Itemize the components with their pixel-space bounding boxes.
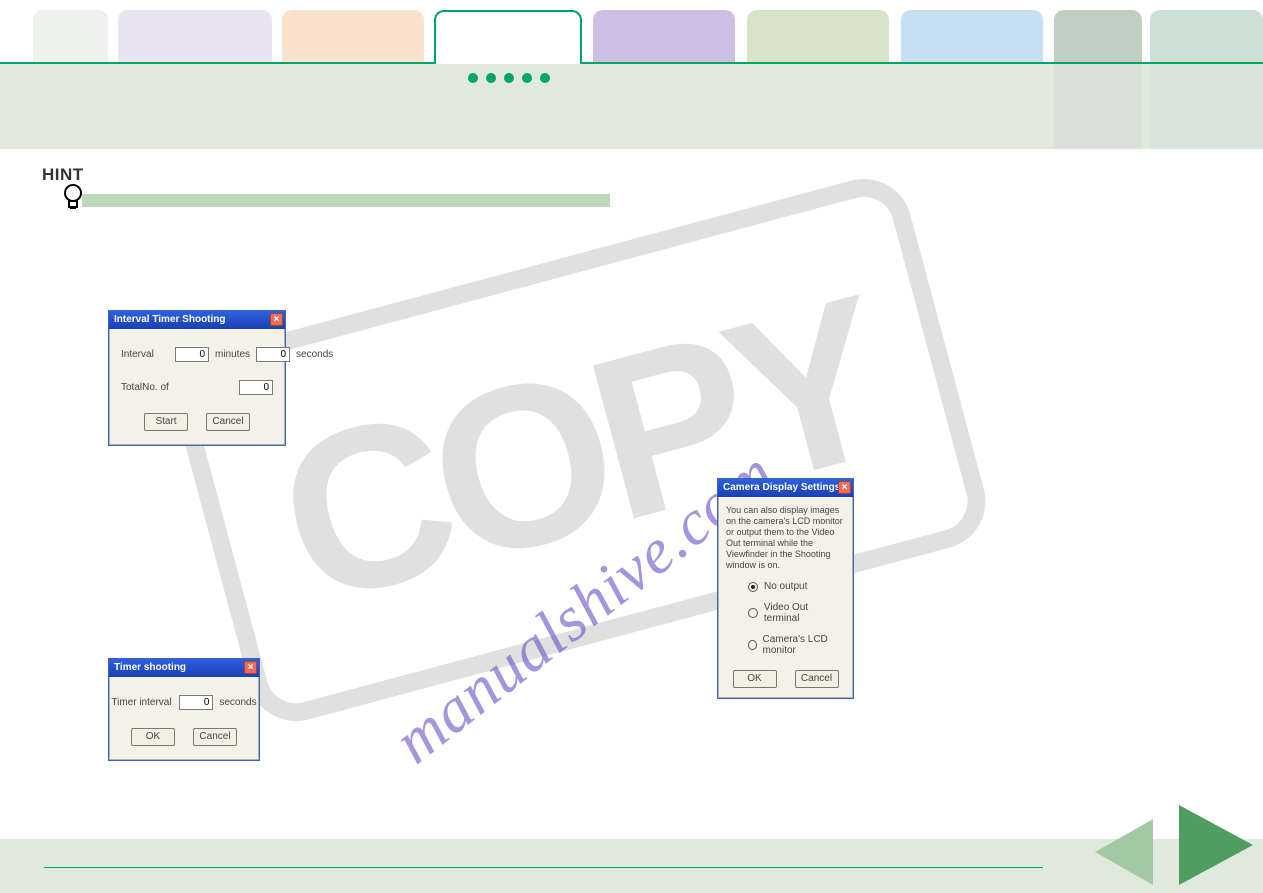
tab-2[interactable] — [118, 10, 272, 63]
minutes-unit: minutes — [215, 349, 250, 360]
radio-lcd-monitor-label: Camera's LCD monitor — [763, 634, 845, 656]
subheader-dots — [468, 73, 550, 83]
interval-minutes-input[interactable] — [175, 347, 209, 362]
ok-button[interactable]: OK — [131, 728, 175, 746]
hint-label: HINT — [42, 165, 610, 185]
tab-strip — [0, 0, 1263, 63]
camera-display-title: Camera Display Settings × — [718, 479, 853, 497]
tab-3[interactable] — [282, 10, 424, 63]
timer-interval-label: Timer interval — [111, 697, 173, 708]
footer-rule — [44, 867, 1043, 868]
lightbulb-icon — [62, 183, 84, 211]
tab-4-active[interactable] — [434, 10, 582, 63]
timer-shooting-dialog: Timer shooting × Timer interval seconds … — [108, 658, 260, 761]
interval-timer-title-text: Interval Timer Shooting — [114, 314, 226, 325]
tab-rule — [0, 62, 1263, 64]
camera-display-dialog: Camera Display Settings × You can also d… — [717, 478, 854, 699]
camera-display-title-text: Camera Display Settings — [723, 482, 840, 493]
interval-seconds-input[interactable] — [256, 347, 290, 362]
close-icon[interactable]: × — [244, 661, 257, 674]
tab-1[interactable] — [33, 10, 108, 63]
radio-no-output-label: No output — [764, 581, 807, 592]
subheader-block-1 — [1054, 63, 1142, 149]
total-input[interactable] — [239, 380, 273, 395]
total-label: TotalNo. of — [121, 382, 201, 393]
footer — [0, 839, 1263, 893]
interval-label: Interval — [121, 349, 169, 360]
close-icon[interactable]: × — [838, 481, 851, 494]
subheader-block-2 — [1150, 63, 1263, 149]
radio-video-out-label: Video Out terminal — [764, 602, 845, 624]
prev-page-arrow-icon[interactable] — [1095, 819, 1153, 885]
ok-button[interactable]: OK — [733, 670, 777, 688]
tab-9[interactable] — [1150, 10, 1263, 63]
nav-arrows — [1068, 813, 1263, 893]
tab-rule-gap — [436, 62, 580, 64]
hint-bar — [82, 194, 610, 207]
tab-7[interactable] — [901, 10, 1043, 63]
cancel-button[interactable]: Cancel — [206, 413, 250, 431]
seconds-unit: seconds — [296, 349, 333, 360]
timer-seconds-input[interactable] — [179, 695, 213, 710]
tab-5[interactable] — [593, 10, 735, 63]
hint-block: HINT — [42, 165, 610, 207]
subheader — [0, 63, 1263, 149]
tab-6[interactable] — [747, 10, 889, 63]
interval-timer-dialog: Interval Timer Shooting × Interval minut… — [108, 310, 286, 446]
start-button[interactable]: Start — [144, 413, 188, 431]
close-icon[interactable]: × — [270, 313, 283, 326]
interval-timer-title: Interval Timer Shooting × — [109, 311, 285, 329]
camera-display-blurb: You can also display images on the camer… — [726, 505, 845, 571]
copy-watermark: COPY — [164, 168, 996, 732]
cancel-button[interactable]: Cancel — [795, 670, 839, 688]
radio-lcd-monitor[interactable] — [748, 640, 757, 650]
timer-shooting-title: Timer shooting × — [109, 659, 259, 677]
timer-seconds-unit: seconds — [219, 697, 256, 708]
next-page-arrow-icon[interactable] — [1179, 805, 1253, 885]
radio-video-out[interactable] — [748, 608, 758, 618]
timer-shooting-title-text: Timer shooting — [114, 662, 186, 673]
tab-8[interactable] — [1054, 10, 1142, 63]
cancel-button[interactable]: Cancel — [193, 728, 237, 746]
radio-no-output[interactable] — [748, 582, 758, 592]
copy-watermark-text: COPY — [164, 168, 996, 732]
